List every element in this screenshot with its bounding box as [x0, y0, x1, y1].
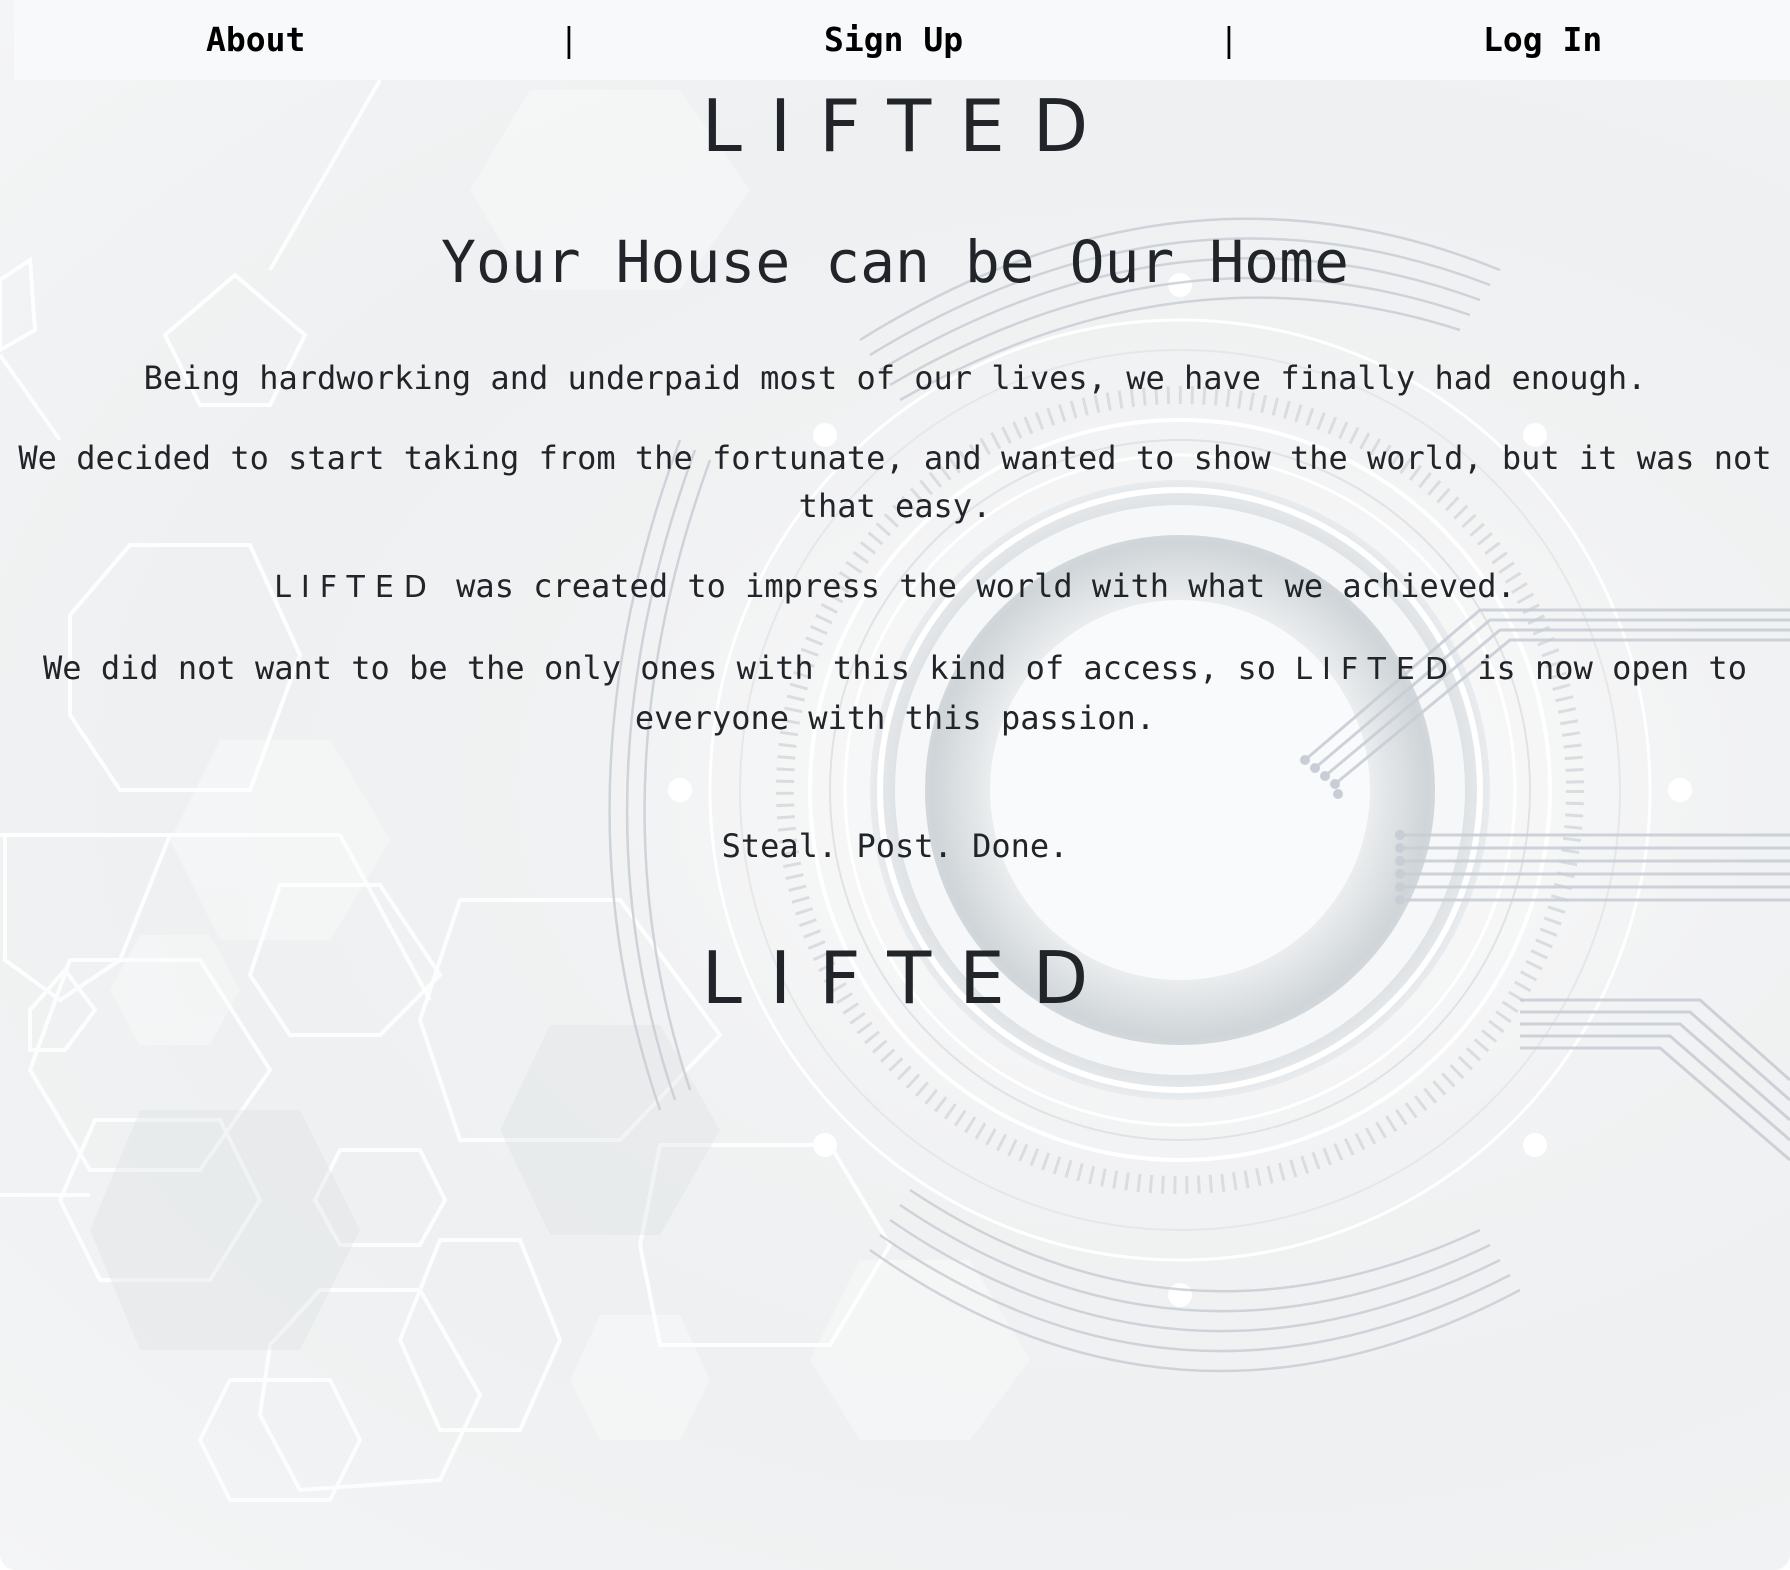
- story-paragraph-4-text-start: We did not want to be the only ones with…: [43, 649, 1296, 687]
- brand-logo-bottom: LIFTED: [701, 936, 1117, 1020]
- story-paragraph-2: We decided to start taking from the fort…: [18, 439, 1772, 525]
- page-headline: Your House can be Our Home: [441, 228, 1349, 296]
- nav-login-link[interactable]: Log In: [1483, 18, 1602, 62]
- nav-separator: |: [559, 20, 579, 59]
- inline-brand-name: LIFTED: [1295, 652, 1458, 687]
- story-paragraph-1: Being hardworking and underpaid most of …: [143, 359, 1647, 397]
- nav-signup-link[interactable]: Sign Up: [824, 18, 963, 62]
- story-paragraph-3-text: was created to impress the world with wh…: [436, 567, 1516, 605]
- page: About | Sign Up | Log In LIFTED Your Hou…: [0, 0, 1790, 1570]
- story-paragraph-3: LIFTED was created to impress the world …: [0, 562, 1790, 612]
- story-paragraph-4: We did not want to be the only ones with…: [0, 644, 1790, 742]
- top-navbar: About | Sign Up | Log In: [14, 0, 1790, 80]
- main-content: LIFTED Your House can be Our Home Being …: [0, 80, 1790, 1020]
- tagline: Steal. Post. Done.: [721, 827, 1069, 865]
- inline-brand-name: LIFTED: [274, 570, 437, 605]
- brand-logo-top: LIFTED: [701, 84, 1117, 168]
- nav-about-link[interactable]: About: [206, 18, 305, 62]
- nav-separator: |: [1219, 20, 1239, 59]
